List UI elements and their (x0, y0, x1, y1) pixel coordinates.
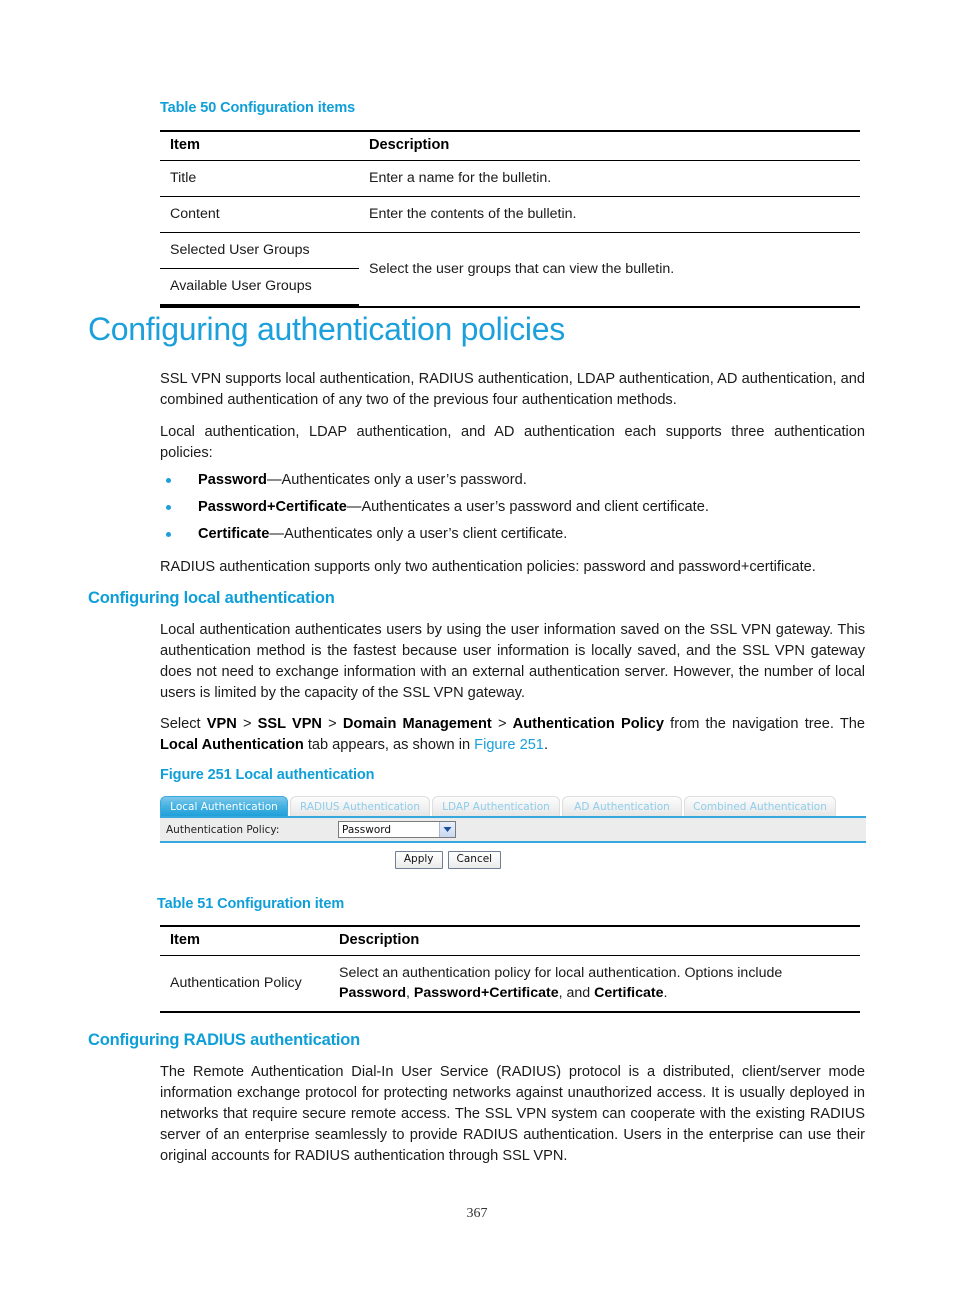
table51-caption: Table 51 Configuration item (157, 896, 345, 912)
cancel-button[interactable]: Cancel (447, 851, 502, 869)
auth-policy-bullet-list: Password—Authenticates only a user’s pas… (160, 467, 865, 548)
bullet-dot-icon (166, 532, 171, 537)
bullet-term-0: Password (198, 472, 267, 488)
table50-body: Title Enter a name for the bulletin. Con… (160, 160, 860, 308)
authentication-policy-select-value: Password (342, 823, 392, 836)
table50: Item Description Title Enter a name for … (160, 130, 860, 308)
tab-label-1: RADIUS Authentication (299, 801, 420, 813)
table51-desc-bold3: Certificate (594, 985, 664, 1001)
table51-header-description: Description (339, 932, 420, 948)
table50-cell-desc-0: Enter a name for the bulletin. (359, 160, 860, 197)
table50-cell-desc-1: Enter the contents of the bulletin. (359, 196, 860, 233)
table-row: Authentication Policy Select an authenti… (160, 955, 860, 1013)
table50-header-item: Item (170, 137, 201, 153)
figure251-button-row: Apply Cancel (160, 851, 866, 869)
table51-desc-bold1: Password (339, 985, 407, 1001)
tab-ad-authentication[interactable]: AD Authentication (562, 796, 682, 816)
tab-label-2: LDAP Authentication (442, 801, 550, 813)
table50-cell-item-3: Available User Groups (160, 268, 359, 306)
table50-bottom-rule-row (160, 305, 860, 308)
tab-label-0: Local Authentication (170, 801, 278, 813)
tab-combined-authentication[interactable]: Combined Authentication (684, 796, 836, 816)
table50-cell-item-0: Title (160, 160, 359, 197)
table50-grid: Item Description Title Enter a name for … (160, 130, 860, 308)
tab-radius-authentication[interactable]: RADIUS Authentication (290, 796, 430, 816)
nav-prefix: Select (160, 716, 207, 732)
tab-label-3: AD Authentication (574, 801, 670, 813)
nav-path-3: Authentication Policy (512, 716, 664, 732)
list-item: Password—Authenticates only a user’s pas… (160, 467, 865, 494)
bullet-dot-icon (166, 505, 171, 510)
table50-caption: Table 50 Configuration items (160, 100, 356, 116)
apply-button[interactable]: Apply (394, 851, 443, 869)
table50-cell-item-2: Selected User Groups (160, 232, 359, 269)
table50-bottom-rule-right (359, 305, 860, 308)
table51: Item Description Authentication Policy S… (160, 925, 860, 1013)
radius-auth-paragraph-1: The Remote Authentication Dial-In User S… (160, 1064, 865, 1164)
nav-path-2: Domain Management (342, 716, 492, 732)
table51-cell-item: Authentication Policy (160, 955, 329, 1013)
local-auth-paragraph-1: Local authentication authenticates users… (160, 622, 865, 701)
table50-cell-desc-2: Select the user groups that can view the… (369, 260, 675, 277)
auth-policies-paragraph-2: Local authentication, LDAP authenticatio… (160, 424, 865, 461)
table-row: Content Enter the contents of the bullet… (160, 196, 860, 233)
table51-desc-part2: , (406, 985, 414, 1001)
nav-sep-1: > (321, 716, 343, 732)
document-page: Table 50 Configuration items Item Descri… (0, 0, 954, 1296)
table51-desc-part1: Select an authentication policy for loca… (339, 965, 783, 981)
chevron-down-icon[interactable] (439, 822, 455, 837)
bullet-term-1: Password+Certificate (198, 499, 347, 515)
table51-desc-part3: , and (558, 985, 595, 1001)
tab-local-authentication[interactable]: Local Authentication (160, 796, 288, 816)
bullet-rest-1: —Authenticates a user’s password and cli… (346, 499, 709, 515)
table51-cell-description: Select an authentication policy for loca… (329, 955, 860, 1013)
table50-header-row: Item Description (160, 131, 860, 161)
figure251-screenshot: Local Authentication RADIUS Authenticati… (160, 794, 866, 869)
table50-head: Item Description (160, 131, 860, 161)
table50-caption-wrap: Table 50 Configuration items (160, 100, 355, 116)
nav-sep-2: > (491, 716, 513, 732)
tab-label-4: Combined Authentication (693, 801, 827, 813)
table51-desc-part4: . (663, 985, 668, 1001)
authentication-policy-select[interactable]: Password (338, 821, 456, 838)
table50-header-description: Description (369, 137, 450, 153)
table51-header-item: Item (170, 932, 201, 948)
list-item: Certificate—Authenticates only a user’s … (160, 521, 865, 548)
table51-header-row: Item Description (160, 926, 860, 956)
nav-path-0: VPN (206, 716, 237, 732)
table51-desc-bold2: Password+Certificate (413, 985, 559, 1001)
page-number: 367 (466, 1206, 488, 1221)
auth-policies-paragraph-1: SSL VPN supports local authentication, R… (160, 371, 865, 408)
authentication-policy-label: Authentication Policy: (166, 823, 280, 836)
bullet-term-2: Certificate (198, 526, 270, 542)
authentication-policy-form-row: Authentication Policy: Password (160, 816, 866, 843)
bullet-rest-2: —Authenticates only a user’s client cert… (269, 526, 568, 542)
nav-tab-name: Local Authentication (160, 737, 304, 753)
figure-cross-reference-link[interactable]: Figure 251 (474, 737, 544, 753)
nav-tail: tab appears, as shown in (303, 737, 475, 753)
nav-sep-0: > (236, 716, 258, 732)
table51-body: Authentication Policy Select an authenti… (160, 955, 860, 1013)
nav-path-1: SSL VPN (257, 716, 322, 732)
local-auth-nav-instruction: Select VPN > SSL VPN > Domain Management… (160, 714, 865, 756)
table50-bottom-rule-left (160, 305, 359, 308)
table-row: Selected User Groups Select the user gro… (160, 232, 860, 277)
tab-bar: Local Authentication RADIUS Authenticati… (160, 794, 866, 816)
section-heading-local-auth: Configuring local authentication (88, 589, 335, 607)
figure251-caption: Figure 251 Local authentication (160, 767, 375, 783)
section-heading-radius-auth: Configuring RADIUS authentication (88, 1031, 361, 1049)
nav-end: . (543, 737, 548, 753)
bullet-dot-icon (166, 478, 171, 483)
nav-suffix: from the navigation tree. The (663, 716, 865, 732)
table-row: Title Enter a name for the bulletin. (160, 160, 860, 197)
bullet-rest-0: —Authenticates only a user’s password. (266, 472, 527, 488)
list-item: Password+Certificate—Authenticates a use… (160, 494, 865, 521)
table51-grid: Item Description Authentication Policy S… (160, 925, 860, 1013)
auth-policies-paragraph-3: RADIUS authentication supports only two … (160, 559, 816, 575)
table51-head: Item Description (160, 926, 860, 956)
tab-ldap-authentication[interactable]: LDAP Authentication (432, 796, 560, 816)
page-title: Configuring authentication policies (88, 311, 565, 347)
table50-cell-item-1: Content (160, 196, 359, 233)
